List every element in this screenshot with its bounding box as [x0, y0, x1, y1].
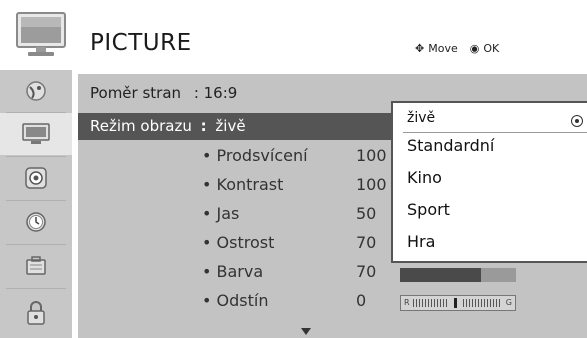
setting-value: 70 [356, 233, 377, 252]
tint-green-ticks [463, 299, 501, 307]
sidebar-item-audio[interactable] [0, 157, 72, 199]
page-title: PICTURE [90, 30, 192, 56]
sidebar-item-time[interactable] [0, 201, 72, 243]
menu-header: PICTURE ✥ Move ◉ OK [0, 0, 587, 70]
aspect-ratio-row[interactable]: Poměr stran : 16:9 [90, 84, 237, 102]
tint-marker [454, 298, 457, 308]
setting-value: 0 [356, 291, 367, 310]
dropdown-option-cinema[interactable]: Kino [407, 168, 442, 187]
picture-mode-value: živě [215, 117, 246, 135]
setting-value: 100 [356, 146, 387, 165]
aspect-ratio-value: : 16:9 [193, 84, 238, 102]
clock-icon [26, 212, 46, 232]
category-sidebar [0, 70, 72, 338]
setting-value: 70 [356, 262, 377, 281]
color-level-fill [400, 268, 482, 282]
picture-mode-separator: : [200, 117, 207, 135]
dropdown-option-game[interactable]: Hra [407, 232, 435, 251]
scroll-down-arrow-icon[interactable] [301, 328, 311, 335]
setting-value: 50 [356, 204, 377, 223]
tv-icon [22, 123, 50, 144]
color-level-bar[interactable] [400, 268, 516, 282]
setting-sharpness[interactable]: • Ostrost 70 [202, 233, 376, 261]
setting-label: • Jas [202, 204, 240, 223]
picture-mode-label: Režim obrazu [90, 117, 192, 135]
setting-label: • Prodsvícení [202, 146, 308, 165]
setting-color[interactable]: • Barva 70 [202, 262, 587, 290]
setting-brightness[interactable]: • Jas 50 [202, 204, 376, 232]
setting-backlight[interactable]: • Prodsvícení 100 [202, 146, 387, 174]
sidebar-item-option[interactable] [0, 245, 72, 287]
lock-icon [27, 301, 45, 325]
dropdown-option-vivid[interactable]: živě [407, 110, 435, 126]
move-arrows-icon: ✥ [415, 42, 425, 55]
setting-label: • Odstín [202, 291, 269, 310]
sidebar-item-picture[interactable] [0, 113, 72, 155]
picture-mode-text: Režim obrazu : živě [90, 117, 246, 135]
setting-contrast[interactable]: • Kontrast 100 [202, 175, 387, 203]
sidebar-item-setup[interactable] [0, 70, 72, 112]
setting-tint[interactable]: • Odstín 0 [202, 291, 587, 319]
tv-monitor-icon [16, 12, 66, 58]
tint-red-label: R [404, 298, 410, 307]
picture-mode-dropdown: živě Standardní Kino Sport Hra [391, 101, 587, 263]
satellite-dish-icon [26, 81, 46, 101]
speaker-icon [25, 167, 47, 189]
setting-label: • Barva [202, 262, 264, 281]
setting-label: • Ostrost [202, 233, 275, 252]
move-hint-label: Move [428, 42, 458, 55]
dropdown-option-standard[interactable]: Standardní [407, 136, 494, 155]
tint-red-ticks [413, 299, 449, 307]
setting-value: 100 [356, 175, 387, 194]
dropdown-option-sport[interactable]: Sport [407, 200, 450, 219]
aspect-ratio-label: Poměr stran [90, 84, 182, 102]
navigation-hints: ✥ Move ◉ OK [415, 42, 499, 55]
ok-hint-label: OK [483, 42, 500, 55]
picture-menu-screen: PICTURE ✥ Move ◉ OK Poměr stran: 16:9 R… [0, 0, 587, 338]
sidebar-item-lock[interactable] [0, 292, 72, 334]
briefcase-icon [26, 256, 46, 275]
ok-button-icon: ◉ [469, 42, 480, 55]
tint-green-label: G [505, 298, 512, 307]
selected-radio-icon [571, 115, 583, 127]
tint-balance-bar[interactable]: R G [400, 295, 516, 311]
setting-label: • Kontrast [202, 175, 284, 194]
